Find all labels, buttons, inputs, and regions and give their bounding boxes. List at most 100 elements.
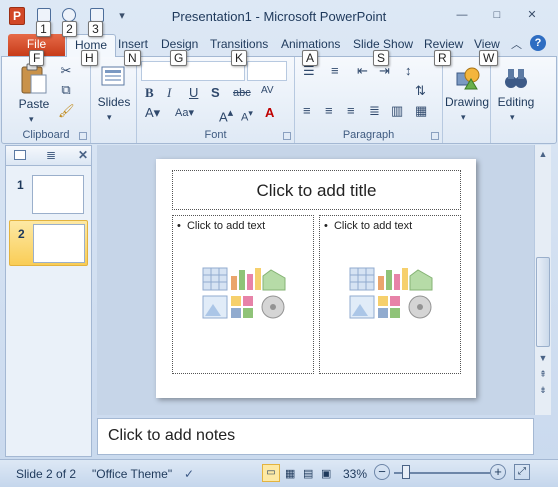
paste-icon[interactable] [20,63,48,95]
underline-icon[interactable]: U [189,85,198,101]
notes-pane[interactable]: Click to add notes [97,418,534,455]
clipboard-group-label: Clipboard [22,129,70,141]
right-placeholder-label: Click to add text [333,220,413,232]
change-case-icon[interactable]: A▾ [145,105,160,121]
keytip-slideshow: S [373,50,390,66]
keytip-qat-3: 3 [88,21,103,37]
slides-tab-icon[interactable] [14,150,26,160]
editing-dropdown-chevron-icon[interactable]: ▾ [510,109,515,125]
next-slide-icon[interactable]: ⇟ [536,383,550,397]
paragraph-group-label: Paragraph [342,129,395,141]
strikethrough-icon[interactable]: abc [233,85,251,101]
insert-content-icons[interactable] [348,266,434,322]
theme-name[interactable]: "Office Theme" [92,467,172,481]
left-placeholder-label: Click to add text [186,220,266,232]
reading-view-icon[interactable]: ▤ [303,467,313,480]
maximize-button[interactable]: □ [488,8,506,22]
tab-slideshow[interactable]: Slide Show [353,37,413,51]
scroll-up-icon[interactable]: ▲ [536,147,550,161]
editing-button[interactable]: Editing [491,95,541,109]
fit-slide-to-window-icon[interactable]: ⤢ [514,464,530,480]
tab-animations[interactable]: Animations [281,37,340,51]
slide-sorter-view-icon[interactable]: ▦ [285,467,295,480]
text-direction-icon[interactable]: ⇅ [415,83,426,99]
outline-tab-icon[interactable]: ≣ [46,148,56,162]
slide-preview [32,175,84,214]
cut-icon[interactable]: ✂ [58,63,74,79]
slide-thumbnail-2[interactable]: 2 [9,220,88,266]
status-bar: Slide 2 of 2 "Office Theme" ✓ ▭ ▦ ▤ ▣ 33… [0,459,558,487]
tab-insert[interactable]: Insert [118,37,148,51]
title-placeholder[interactable]: Click to add title [172,170,461,210]
vertical-scrollbar[interactable]: ▲ ▼ ⇞ ⇟ [534,145,551,415]
text-shadow-icon[interactable]: S [211,85,220,101]
close-button[interactable]: ✕ [523,8,541,22]
shapes-icon[interactable] [455,65,481,91]
copy-icon[interactable]: ⧉ [58,82,74,98]
align-center-icon[interactable]: ≡ [325,103,333,119]
title-bar: P ▾ Presentation1 - Microsoft PowerPoint… [0,0,558,34]
left-content-placeholder[interactable]: • Click to add text [172,215,314,374]
minimize-button[interactable]: — [453,8,471,22]
previous-slide-icon[interactable]: ⇞ [536,367,550,381]
slide-thumbnail-1[interactable]: 1 [9,172,88,218]
paste-dropdown-chevron-icon[interactable]: ▾ [29,111,34,127]
columns-icon[interactable]: ▥ [391,103,403,119]
scroll-down-icon[interactable]: ▼ [536,351,550,365]
smartart-icon[interactable]: ▦ [415,103,427,119]
close-panel-icon[interactable]: ✕ [78,148,88,162]
bold-icon[interactable]: B [145,85,154,101]
zoom-in-icon[interactable]: + [490,464,506,480]
decrease-indent-icon[interactable]: ⇤ [357,63,368,79]
panel-tabs: ≣ ✕ [6,146,91,166]
clear-formatting-icon[interactable]: Aa▾ [175,105,194,121]
right-content-placeholder[interactable]: • Click to add text [319,215,461,374]
line-spacing-icon[interactable]: ↕ [405,63,412,79]
character-spacing-icon[interactable]: AV [261,83,274,99]
help-icon[interactable]: ? [530,35,546,51]
scrollbar-thumb[interactable] [536,257,550,347]
font-color-icon[interactable]: A [265,105,274,121]
slide-position-indicator[interactable]: Slide 2 of 2 [16,467,76,481]
shrink-font-icon[interactable]: A▾ [241,105,253,126]
italic-icon[interactable]: I [167,85,171,101]
numbering-icon[interactable]: ≡ [331,63,339,79]
tab-transitions[interactable]: Transitions [210,37,268,51]
format-painter-icon[interactable]: 🖌 [58,103,75,119]
align-right-icon[interactable]: ≡ [347,103,355,119]
drawing-dropdown-chevron-icon[interactable]: ▾ [461,109,466,125]
current-slide: Click to add title • Click to add text •… [156,159,476,398]
clipboard-dialog-launcher-icon[interactable] [79,132,87,140]
keytip-design: G [170,50,188,66]
keytip-transitions: K [231,50,248,66]
zoom-level[interactable]: 33% [343,467,367,481]
zoom-slider-thumb[interactable] [402,465,410,479]
slide-number: 2 [18,227,25,241]
tab-design[interactable]: Design [161,37,198,51]
new-slide-icon[interactable] [101,65,127,89]
slide-show-view-icon[interactable]: ▣ [321,467,331,480]
window-title: Presentation1 - Microsoft PowerPoint [171,9,387,24]
slides-button[interactable]: Slides [91,95,137,109]
normal-view-icon[interactable]: ▭ [262,464,280,482]
font-size-combo[interactable] [247,61,287,81]
insert-content-icons[interactable] [201,266,287,322]
grow-font-icon[interactable]: A▴ [219,105,233,125]
justify-icon[interactable]: ≣ [369,103,380,119]
minimize-ribbon-chevron-icon[interactable]: ︿ [511,36,522,52]
paragraph-dialog-launcher-icon[interactable] [431,132,439,140]
font-name-combo[interactable] [141,61,245,81]
keytip-file: F [29,50,45,66]
binoculars-icon[interactable] [503,65,529,91]
font-group-label: Font [204,129,227,141]
zoom-out-icon[interactable]: − [374,464,390,480]
spell-check-icon[interactable]: ✓ [184,467,194,481]
tab-view[interactable]: View [474,37,500,51]
tab-review[interactable]: Review [424,37,463,51]
font-group: B I U S abc AV A▾ Aa▾ A▴ A▾ A Font [137,57,295,143]
align-left-icon[interactable]: ≡ [303,103,311,119]
font-dialog-launcher-icon[interactable] [283,132,291,140]
slides-dropdown-chevron-icon[interactable]: ▾ [107,109,112,125]
drawing-button[interactable]: Drawing [443,95,491,109]
paste-button[interactable]: Paste [16,97,52,111]
